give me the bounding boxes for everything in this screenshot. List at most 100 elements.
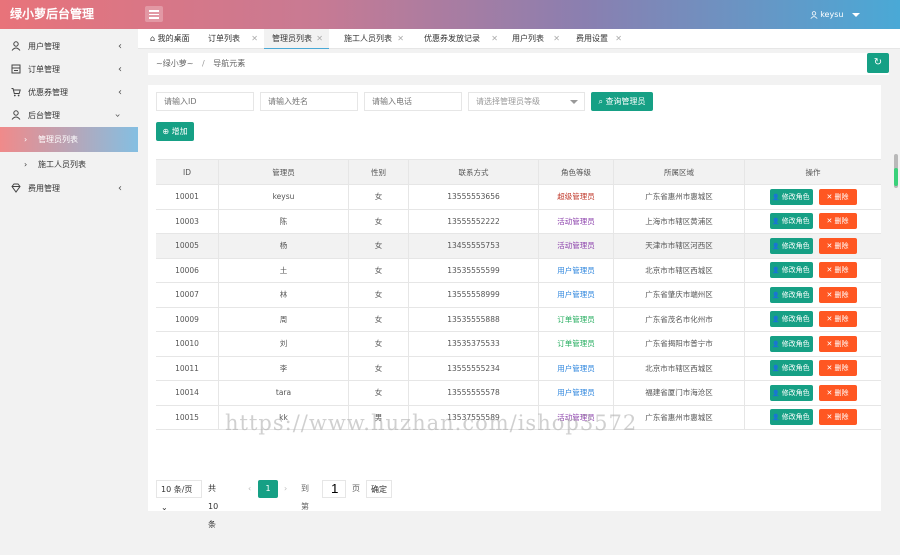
- cell-role: 用户管理员: [539, 381, 614, 405]
- prev-page-icon[interactable]: ‹: [248, 480, 251, 498]
- sidebar-subitem-admin-list[interactable]: › 管理员列表: [0, 127, 138, 152]
- page-1-button[interactable]: 1: [258, 480, 278, 498]
- cell-name: keysu: [219, 185, 349, 209]
- sidebar-subitem-worker-list[interactable]: › 施工人员列表: [0, 152, 138, 177]
- name-input[interactable]: [260, 92, 358, 111]
- cell-id: 10014: [156, 381, 219, 405]
- cell-name: tara: [219, 381, 349, 405]
- sidebar-item-users[interactable]: 用户管理 ‹: [0, 35, 138, 58]
- chevron-left-icon: ‹: [118, 183, 122, 194]
- cell-phone: 13455555753: [409, 234, 539, 258]
- sidebar-item-orders[interactable]: 订单管理 ‹: [0, 58, 138, 81]
- edit-role-button[interactable]: 👤 修改角色: [769, 237, 813, 254]
- delete-button[interactable]: ✕ 删除: [818, 262, 857, 279]
- table-row: 10011 李女 13555555234 用户管理员 北京市市辖区西城区 👤 修改角色 ✕ …: [156, 356, 881, 381]
- chevron-down-icon: [570, 100, 578, 104]
- tab-coupon-records[interactable]: 优惠券发放记录 ✕: [416, 29, 502, 49]
- tab-admin-list[interactable]: 管理员列表 ✕: [264, 29, 329, 50]
- watermark: https://www.huzhan.com/ishop3572: [225, 411, 638, 435]
- close-icon[interactable]: ✕: [251, 29, 258, 49]
- close-icon[interactable]: ✕: [553, 29, 560, 49]
- cell-gender: 女: [349, 185, 409, 209]
- goto-label: 到第: [301, 484, 309, 511]
- table-row: 10003 陈女 13555552222 活动管理员 上海市市辖区黄浦区 👤 修改角色 ✕ …: [156, 209, 881, 234]
- edit-role-button[interactable]: 👤 修改角色: [769, 286, 813, 303]
- top-header: 绿小萝后台管理 keysu: [0, 0, 900, 29]
- menu-icon: [149, 10, 159, 12]
- goto-page-input[interactable]: [322, 480, 346, 498]
- delete-button[interactable]: ✕ 删除: [818, 360, 857, 377]
- cell-phone: 13555555234: [409, 356, 539, 380]
- tab-user-list[interactable]: 用户列表 ✕: [504, 29, 566, 49]
- edit-role-button[interactable]: 👤 修改角色: [769, 213, 813, 230]
- tab-desktop[interactable]: ⌂ 我的桌面: [142, 29, 200, 49]
- next-page-icon[interactable]: ›: [284, 480, 287, 498]
- delete-button[interactable]: ✕ 删除: [818, 188, 857, 205]
- user-menu[interactable]: keysu: [810, 0, 860, 29]
- sidebar-item-admin[interactable]: 后台管理 ‹: [0, 104, 138, 127]
- cell-role: 超级管理员: [539, 185, 614, 209]
- close-icon[interactable]: ✕: [491, 29, 498, 49]
- cell-id: 10015: [156, 405, 219, 429]
- delete-button[interactable]: ✕ 删除: [818, 237, 857, 254]
- close-icon[interactable]: ✕: [397, 29, 404, 49]
- edit-role-button[interactable]: 👤 修改角色: [769, 311, 813, 328]
- users-icon: 👤: [772, 267, 782, 275]
- edit-role-button[interactable]: 👤 修改角色: [769, 409, 813, 426]
- cell-gender: 女: [349, 258, 409, 282]
- cell-name: 陈: [219, 209, 349, 233]
- id-input[interactable]: [156, 92, 254, 111]
- total-count: 共 10 条: [208, 484, 219, 529]
- delete-button[interactable]: ✕ 删除: [818, 384, 857, 401]
- sidebar-item-label: 订单管理: [28, 65, 60, 74]
- cell-actions: 👤 修改角色 ✕ 删除: [745, 357, 881, 381]
- close-icon[interactable]: ✕: [316, 29, 323, 49]
- cell-region: 福建省厦门市海沧区: [614, 381, 745, 405]
- delete-button[interactable]: ✕ 删除: [818, 286, 857, 303]
- add-button[interactable]: ⊕ 增加: [156, 122, 194, 141]
- app-title: 绿小萝后台管理: [10, 7, 95, 21]
- users-icon: 👤: [772, 291, 782, 299]
- edit-role-button[interactable]: 👤 修改角色: [769, 335, 813, 352]
- home-icon: ⌂: [150, 34, 158, 43]
- phone-input[interactable]: [364, 92, 462, 111]
- gem-icon: [11, 183, 21, 193]
- level-select[interactable]: 请选择管理员等级: [468, 92, 585, 111]
- cell-role: 订单管理员: [539, 332, 614, 356]
- query-button[interactable]: ⌕ 查询管理员: [591, 92, 653, 111]
- page-size-select[interactable]: 10 条/页 ⌄: [156, 480, 202, 512]
- goto-ok-button[interactable]: 确定: [366, 480, 392, 498]
- delete-button[interactable]: ✕ 删除: [818, 213, 857, 230]
- menu-toggle-button[interactable]: [145, 6, 163, 22]
- sidebar-item-fees[interactable]: 费用管理 ‹: [0, 177, 138, 200]
- breadcrumb-home[interactable]: ~绿小萝~: [156, 59, 193, 68]
- tab-orders[interactable]: 订单列表 ✕: [200, 29, 264, 49]
- cell-region: 广东省肇庆市端州区: [614, 283, 745, 307]
- sidebar-item-coupons[interactable]: 优惠券管理 ‹: [0, 81, 138, 104]
- close-icon[interactable]: ✕: [615, 29, 622, 49]
- cell-id: 10005: [156, 234, 219, 258]
- cell-actions: 👤 修改角色 ✕ 删除: [745, 406, 881, 430]
- tab-fee-settings[interactable]: 费用设置 ✕: [568, 29, 626, 49]
- delete-button[interactable]: ✕ 删除: [818, 311, 857, 328]
- delete-button[interactable]: ✕ 删除: [818, 409, 857, 426]
- cell-role: 订单管理员: [539, 307, 614, 331]
- edit-role-button[interactable]: 👤 修改角色: [769, 384, 813, 401]
- close-icon: ✕: [826, 388, 835, 397]
- col-header: 管理员: [219, 160, 349, 184]
- edit-role-button[interactable]: 👤 修改角色: [769, 262, 813, 279]
- edit-role-button[interactable]: 👤 修改角色: [769, 360, 813, 377]
- page-scrollbar-thumb[interactable]: [894, 168, 898, 186]
- chevron-right-icon: ›: [24, 135, 28, 144]
- cell-name: 李: [219, 356, 349, 380]
- tab-worker-list[interactable]: 施工人员列表 ✕: [336, 29, 408, 49]
- refresh-button[interactable]: ↻: [867, 53, 889, 73]
- edit-role-button[interactable]: 👤 修改角色: [769, 188, 813, 205]
- sidebar-item-label: 优惠券管理: [28, 88, 68, 97]
- chevron-left-icon: ‹: [118, 41, 122, 52]
- close-icon: ✕: [826, 192, 835, 201]
- cell-actions: 👤 修改角色 ✕ 删除: [745, 210, 881, 234]
- table-row: 10001 keysu 女 13555553656 超级管理员 广东省惠州市惠城区 👤 修改…: [156, 185, 881, 210]
- delete-button[interactable]: ✕ 删除: [818, 335, 857, 352]
- chevron-down-icon: [852, 12, 860, 17]
